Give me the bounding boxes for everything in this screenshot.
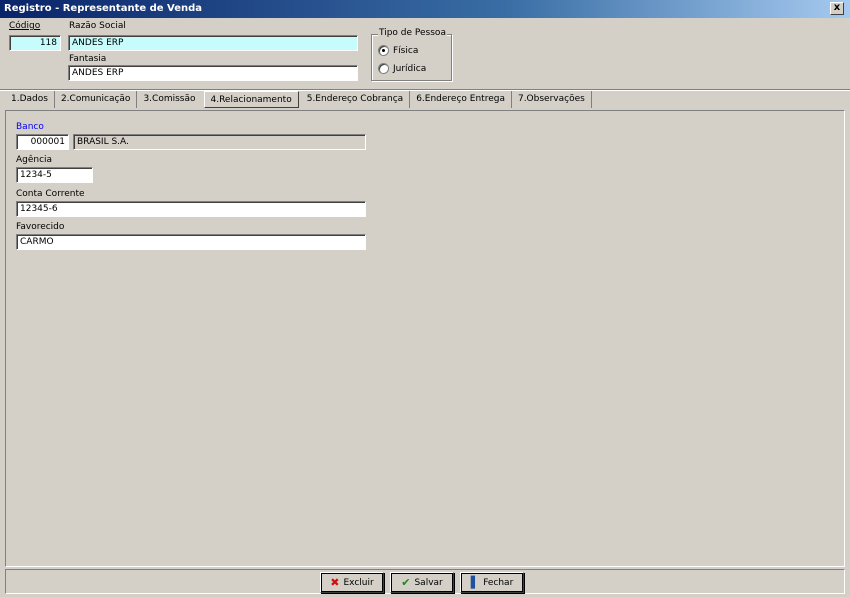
tab-panel <box>5 110 845 567</box>
radio-selected-icon <box>378 45 389 56</box>
tab-endereco-entrega[interactable]: 6.Endereço Entrega <box>410 91 512 108</box>
favorecido-label: Favorecido <box>16 222 65 232</box>
radio-fisica[interactable]: Física <box>378 45 418 56</box>
razao-social-field[interactable]: ANDES ERP <box>68 35 358 51</box>
codigo-field[interactable]: 118 <box>9 35 61 51</box>
banco-label[interactable]: Banco <box>16 122 44 132</box>
razao-social-label: Razão Social <box>69 21 126 31</box>
radio-juridica[interactable]: Jurídica <box>378 63 426 74</box>
close-button[interactable]: x <box>830 2 844 15</box>
banco-name-field: BRASIL S.A. <box>73 134 366 150</box>
excluir-button[interactable]: ✖ Excluir <box>320 572 384 593</box>
delete-x-icon: ✖ <box>330 576 340 589</box>
agencia-label: Agência <box>16 155 53 165</box>
tab-endereco-cobranca[interactable]: 5.Endereço Cobrança <box>301 91 411 108</box>
conta-corrente-field[interactable]: 12345-6 <box>16 201 366 217</box>
tab-comissao[interactable]: 3.Comissão <box>137 91 201 108</box>
tab-observacoes[interactable]: 7.Observações <box>512 91 592 108</box>
tab-dados[interactable]: 1.Dados <box>5 91 55 108</box>
window-title: Registro - Representante de Venda <box>4 3 203 14</box>
fechar-button[interactable]: ▌ Fechar <box>460 572 524 593</box>
fantasia-field[interactable]: ANDES ERP <box>68 65 358 81</box>
tab-bar: 1.Dados 2.Comunicação 3.Comissão 4.Relac… <box>5 91 592 109</box>
radio-juridica-label: Jurídica <box>393 63 427 74</box>
excluir-label: Excluir <box>343 577 374 588</box>
checkmark-icon: ✔ <box>401 576 411 589</box>
fechar-label: Fechar <box>483 577 514 588</box>
agencia-field[interactable]: 1234-5 <box>16 167 93 183</box>
radio-unselected-icon <box>378 63 389 74</box>
salvar-label: Salvar <box>414 577 443 588</box>
title-bar: Registro - Representante de Venda x <box>0 0 850 18</box>
tipo-pessoa-group: Tipo de Pessoa Física Jurídica <box>371 28 452 81</box>
fantasia-label: Fantasia <box>69 54 107 64</box>
door-exit-icon: ▌ <box>470 576 480 589</box>
salvar-button[interactable]: ✔ Salvar <box>390 572 454 593</box>
codigo-label: Código <box>9 21 41 31</box>
radio-fisica-label: Física <box>393 45 419 56</box>
conta-corrente-label: Conta Corrente <box>16 189 85 199</box>
tipo-pessoa-title: Tipo de Pessoa <box>378 28 447 38</box>
tab-relacionamento[interactable]: 4.Relacionamento <box>203 91 299 108</box>
favorecido-field[interactable]: CARMO <box>16 234 366 250</box>
banco-code-field[interactable]: 000001 <box>16 134 69 150</box>
tab-comunicacao[interactable]: 2.Comunicação <box>55 91 138 108</box>
